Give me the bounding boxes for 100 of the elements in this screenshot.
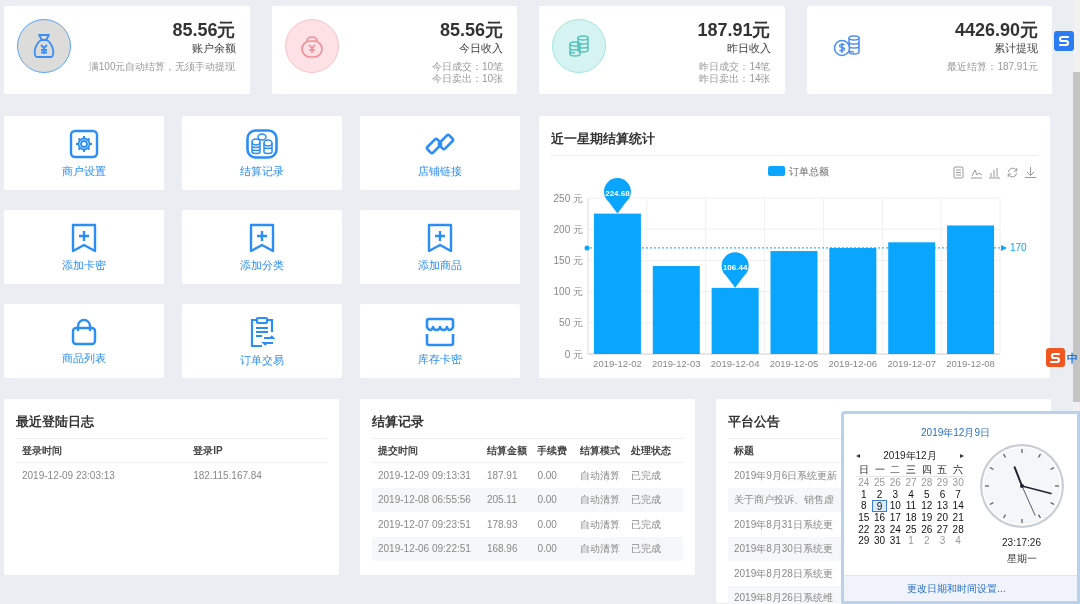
stat-note: 今日卖出：10张 bbox=[431, 73, 503, 85]
shopping-bag-icon bbox=[70, 317, 98, 346]
calendar-day[interactable]: 16 bbox=[871, 511, 888, 524]
calendar-day[interactable]: 12 bbox=[918, 500, 935, 512]
data-view-icon[interactable] bbox=[953, 166, 964, 179]
marker-pin bbox=[721, 252, 749, 288]
calendar-day[interactable]: 25 bbox=[903, 523, 919, 535]
bar-chart-icon[interactable] bbox=[988, 167, 1001, 179]
calendar-day[interactable]: 29 bbox=[856, 534, 872, 547]
calendar-day[interactable]: 6 bbox=[934, 488, 951, 501]
calendar-day[interactable]: 22 bbox=[856, 523, 872, 535]
table-cell-text: 178.93 bbox=[486, 517, 519, 532]
shortcut-tile[interactable]: 库存卡密 bbox=[360, 304, 520, 378]
download-icon[interactable] bbox=[1024, 166, 1037, 178]
shortcut-tile[interactable]: 商户设置 bbox=[4, 116, 164, 190]
shortcut-tile[interactable]: 结算记录 bbox=[182, 116, 342, 190]
calendar-day[interactable]: 11 bbox=[903, 500, 919, 512]
shortcut-tile[interactable]: 店铺链接 bbox=[360, 116, 520, 190]
shortcut-tile[interactable]: 添加分类 bbox=[182, 210, 342, 284]
column-header: 结算模式 bbox=[580, 444, 621, 458]
calendar-day[interactable]: 9 bbox=[871, 500, 888, 512]
table-cell-text: 205.11 bbox=[486, 493, 518, 508]
shortcut-tile[interactable]: 添加卡密 bbox=[4, 210, 164, 284]
stat-value: 4426.90元 bbox=[954, 19, 1038, 41]
table-cell-text: 0.00 bbox=[537, 493, 558, 508]
calendar-day[interactable]: 13 bbox=[934, 500, 951, 512]
calendar-day[interactable]: 3 bbox=[887, 488, 904, 501]
stat-note: 昨日成交：14笔 bbox=[699, 61, 771, 73]
stat-note: 今日成交：10笔 bbox=[431, 61, 503, 73]
input-mode-label[interactable]: 中 bbox=[1067, 350, 1078, 365]
table-cell-text: 自动清算 bbox=[580, 517, 621, 532]
table-cell-text: 自动清算 bbox=[580, 468, 621, 483]
calendar-day[interactable]: 26 bbox=[918, 523, 935, 535]
refresh-icon[interactable] bbox=[1007, 167, 1018, 178]
calendar-day[interactable]: 30 bbox=[871, 534, 888, 547]
input-method-icon[interactable] bbox=[1046, 348, 1065, 367]
prev-month-button[interactable]: ◂ bbox=[856, 451, 860, 461]
card-title: 结算记录 bbox=[372, 413, 683, 439]
calendar-day[interactable]: 24 bbox=[887, 523, 904, 535]
axis-label: 250 元 bbox=[553, 192, 583, 204]
calendar-day[interactable]: 20 bbox=[934, 511, 951, 524]
data-label: 106.44 bbox=[722, 262, 748, 272]
calendar-day[interactable]: 1 bbox=[856, 488, 872, 501]
coins-icon bbox=[246, 128, 278, 159]
column-header: 登录时间 bbox=[22, 444, 63, 458]
calendar-day[interactable]: 31 bbox=[887, 534, 904, 547]
storefront-icon bbox=[424, 316, 456, 347]
weekday-label: 一 bbox=[871, 464, 888, 477]
calendar-day[interactable]: 14 bbox=[950, 500, 966, 512]
shortcut-tile[interactable]: 添加商品 bbox=[360, 210, 520, 284]
calendar-day[interactable]: 21 bbox=[950, 511, 966, 524]
calendar-day[interactable]: 23 bbox=[871, 523, 888, 535]
calendar-day[interactable]: 28 bbox=[950, 523, 966, 535]
table-cell-text: 2019-12-09 09:13:31 bbox=[378, 468, 472, 483]
axis-label: 2019-12-05 bbox=[769, 358, 819, 369]
date-time-settings-link[interactable]: 更改日期和时间设置... bbox=[907, 582, 1006, 595]
column-header: 登录IP bbox=[193, 444, 224, 458]
calendar-day[interactable]: 7 bbox=[950, 488, 966, 501]
calendar-day[interactable]: 10 bbox=[887, 500, 904, 512]
table-cell-text: 已完成 bbox=[631, 542, 663, 557]
table-cell-text: 2019年9月6日系统更新 bbox=[734, 468, 839, 483]
month-label: 2019年12月 bbox=[883, 450, 937, 462]
line-chart-icon[interactable] bbox=[970, 169, 983, 179]
next-month-button[interactable]: ▸ bbox=[960, 451, 964, 461]
calendar-day[interactable]: 18 bbox=[903, 511, 919, 524]
table-cell-text: 182.115.167.84 bbox=[193, 468, 263, 483]
data-label: 170 bbox=[1010, 242, 1027, 254]
stat-label: 昨日收入 bbox=[726, 41, 771, 56]
calendar-day[interactable]: 19 bbox=[918, 511, 935, 524]
axis-label: 2019-12-03 bbox=[652, 358, 701, 369]
stat-note: 满100元自动结算，无须手动提现 bbox=[88, 61, 236, 73]
column-header: 标题 bbox=[734, 444, 755, 458]
shortcut-tile[interactable]: 订单交易 bbox=[182, 304, 342, 378]
weekday-name: 星期一 bbox=[1006, 553, 1037, 565]
table-cell-text: 2019-12-08 06:55:56 bbox=[378, 493, 472, 508]
table-cell-text: 0.00 bbox=[537, 468, 558, 483]
table-cell-text: 2019-12-07 09:23:51 bbox=[378, 517, 472, 532]
calendar-day[interactable]: 15 bbox=[856, 511, 872, 524]
stat-note: 最近结算：187.91元 bbox=[947, 61, 1038, 73]
axis-label: 150 元 bbox=[553, 254, 583, 266]
legend-swatch bbox=[768, 166, 785, 176]
stat-value: 85.56元 bbox=[172, 19, 236, 41]
app-badge-icon[interactable] bbox=[1054, 31, 1074, 51]
coins-icon bbox=[552, 19, 606, 73]
column-header: 结算金额 bbox=[486, 444, 528, 458]
weekday-label: 二 bbox=[887, 464, 904, 477]
calendar-day[interactable]: 2 bbox=[871, 488, 888, 501]
stat-label: 今日收入 bbox=[459, 41, 503, 56]
table-cell-text: 已完成 bbox=[631, 468, 663, 483]
shortcut-tile[interactable]: 商品列表 bbox=[4, 304, 164, 378]
table-cell-text: 187.91 bbox=[486, 468, 519, 483]
calendar-day[interactable]: 27 bbox=[934, 523, 951, 535]
time-label: 23:17:26 bbox=[1002, 537, 1041, 549]
stat-value: 187.91元 bbox=[697, 19, 771, 41]
calendar-day[interactable]: 4 bbox=[903, 488, 919, 501]
bookmark-plus-icon bbox=[70, 222, 98, 253]
calendar-day[interactable]: 5 bbox=[918, 488, 935, 501]
calendar-day[interactable]: 8 bbox=[856, 500, 872, 512]
calendar-day[interactable]: 17 bbox=[887, 511, 904, 524]
axis-label: 100 元 bbox=[553, 286, 583, 298]
